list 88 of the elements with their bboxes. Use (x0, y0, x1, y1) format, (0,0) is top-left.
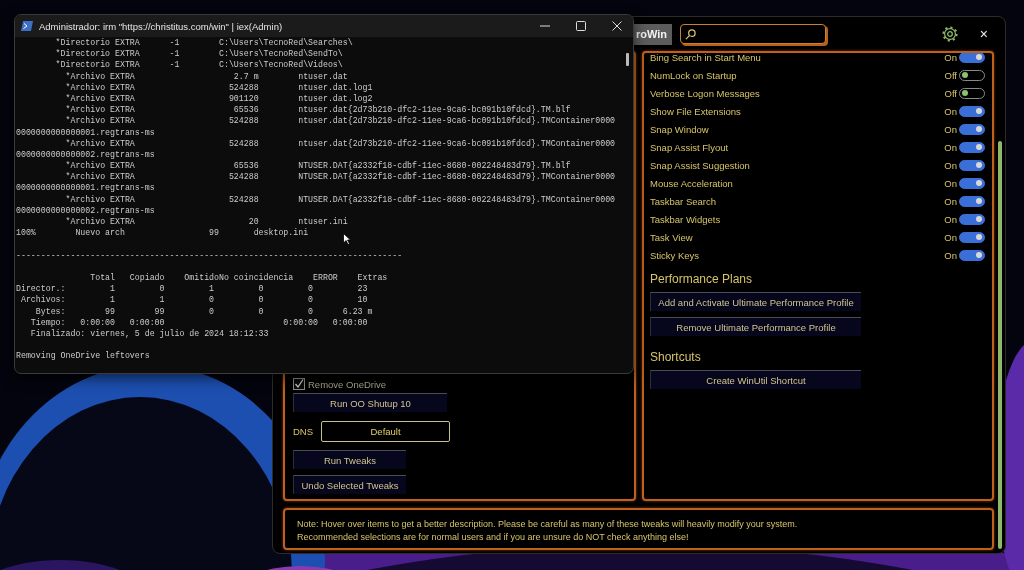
scrollbar-thumb[interactable] (626, 53, 629, 66)
toggle-switch[interactable] (959, 69, 985, 81)
close-icon[interactable] (612, 21, 622, 31)
toggle-switch[interactable] (959, 123, 985, 135)
maximize-icon[interactable] (576, 21, 586, 31)
toggle-state: On (944, 249, 957, 261)
dns-label: DNS (293, 426, 314, 437)
terminal-line: *Archivo EXTRA 65536 ntuser.dat{2d73b210-dfc2-11ee-9ca6-bc091b10fdcd}.TM.blf (64, 104, 571, 116)
tab[interactable]: roWin (634, 23, 672, 45)
terminal-line: 0000000000000002.regtrans-ms (16, 204, 155, 216)
toggle-state: On (944, 53, 957, 63)
terminal-line: *Archivo EXTRA 20 ntuser.ini (64, 216, 348, 228)
window-title: Administrador: irm "https://christitus.com/win" | iex(Admin) (39, 20, 283, 32)
terminal-line: *Directorio EXTRA -1 C:\Users\TecnoRed\Searches\ (54, 37, 353, 49)
terminal-line: *Archivo EXTRA 2.7 m ntuser.dat (64, 70, 348, 82)
terminal-icon (21, 21, 33, 31)
terminal-line: *Archivo EXTRA 524288 ntuser.dat.log1 (64, 81, 373, 93)
toggle-state: On (944, 231, 957, 243)
toggle-label: Snap Assist Suggestion (650, 159, 750, 171)
tweaks-button[interactable]: Run Tweaks (293, 450, 406, 469)
terminal-line: Director.: 1 0 1 0 0 23 (16, 283, 368, 295)
close-button[interactable]: × (977, 27, 990, 41)
toggle-switch[interactable] (959, 87, 985, 99)
toggle-label: Snap Window (650, 123, 709, 135)
toggle-label: Sticky Keys (650, 249, 700, 261)
action-button[interactable]: Remove Ultimate Performance Profile (650, 317, 861, 336)
dns-dropdown[interactable]: Default (321, 421, 451, 442)
toggle-switch[interactable] (959, 213, 985, 225)
note-text: Note: Hover over items to get a better description. Please be careful as many of these tweaks will heavily modify your system. (297, 518, 799, 531)
toggle-switch[interactable] (959, 177, 985, 189)
toggle-switch[interactable] (959, 53, 985, 63)
toggle-switch[interactable] (959, 105, 985, 117)
terminal-line: *Archivo EXTRA 524288 ntuser.dat{2d73b210-dfc2-11ee-9ca6-bc091b10fdcd}.TMContainer0000 (64, 115, 616, 127)
search-icon (685, 28, 696, 40)
toggle-switch[interactable] (959, 141, 985, 153)
toggle-state: On (944, 159, 957, 171)
terminal-line: *Archivo EXTRA 524288 NTUSER.DAT{a2332f18-cdbf-11ec-8680-002248483d79}.TMContainer0000 (64, 171, 616, 183)
terminal-line: Total Copiado OmitidoNo coincidencia ERROR Extras (89, 271, 388, 284)
toggle-state: Off (944, 69, 957, 81)
terminal-line: 0000000000000001.regtrans-ms (16, 126, 155, 138)
settings-icon[interactable] (941, 26, 958, 42)
action-button[interactable]: Create WinUtil Shortcut (650, 370, 861, 389)
toggle-label: Task View (650, 231, 693, 243)
terminal-line: *Archivo EXTRA 65536 NTUSER.DAT{a2332f18-cdbf-11ec-8680-002248483d79}.TM.blf (64, 160, 571, 172)
toggle-state: Off (944, 87, 957, 99)
terminal-line: 100% Nuevo arch 99 desktop.ini (16, 227, 309, 239)
terminal-line: *Archivo EXTRA 524288 NTUSER.DAT{a2332f18-cdbf-11ec-8680-002248483d79}.TMContainer0000 (64, 193, 616, 205)
toggle-label: Show File Extensions (650, 105, 741, 117)
terminal-line: *Directorio EXTRA -1 C:\Users\TecnoRed\Videos\ (54, 59, 343, 71)
section-heading: Performance Plans (650, 272, 753, 286)
terminal-line: Finalizado: viernes, 5 de julio de 2024 18:12:33 (29, 327, 269, 340)
terminal-line: *Archivo EXTRA 901120 ntuser.dat.log2 (64, 92, 373, 105)
run-button[interactable]: Run OO Shutup 10 (293, 393, 447, 412)
toggle-switch[interactable] (959, 249, 985, 261)
terminal-line: Archivos: 1 1 0 0 0 10 (19, 294, 368, 306)
terminal-line: 0000000000000002.regtrans-ms (16, 148, 155, 161)
toggle-switch[interactable] (959, 159, 985, 171)
toggle-state: On (944, 105, 957, 117)
toggle-label: Bing Search in Start Menu (650, 53, 761, 63)
toggle-label: Taskbar Search (650, 195, 716, 207)
toggle-label: NumLock on Startup (650, 69, 737, 81)
toggle-label: Taskbar Widgets (650, 213, 721, 225)
checkbox[interactable] (293, 378, 305, 390)
toggle-state: On (944, 123, 957, 135)
toggle-state: On (944, 195, 957, 207)
terminal-line: Bytes: 99 99 0 0 0 6.23 m (34, 305, 373, 317)
terminal-line: Tiempo: 0:00:00 0:00:00 0:00:00 0:00:00 (29, 316, 368, 328)
toggle-switch[interactable] (959, 195, 985, 207)
toggle-state: On (944, 141, 957, 153)
section-heading: Shortcuts (650, 350, 701, 364)
terminal-line: 0000000000000001.regtrans-ms (16, 182, 155, 194)
terminal-line: Removing OneDrive leftovers (16, 350, 150, 362)
toggle-state: On (944, 213, 957, 225)
search-field[interactable] (680, 24, 826, 44)
toggle-label: Verbose Logon Messages (650, 87, 760, 99)
note-text: Recommended selections are for normal users and if you are unsure do NOT check anything else! (297, 531, 690, 544)
pointer-icon (343, 233, 351, 245)
toggle-state: On (944, 177, 957, 189)
terminal-line: *Archivo EXTRA 524288 ntuser.dat{2d73b210-dfc2-11ee-9ca6-bc091b10fdcd}.TMContainer0000 (64, 137, 616, 149)
toggle-label: Snap Assist Flyout (650, 141, 729, 153)
terminal-line: ------------------------------------------------------------------------------ (16, 249, 403, 261)
terminal-line: *Directorio EXTRA -1 C:\Users\TecnoRed\SendTo\ (54, 48, 343, 60)
checkbox-label: Remove OneDrive (308, 378, 387, 390)
toggle-label: Mouse Acceleration (650, 177, 733, 189)
action-button[interactable]: Add and Activate Ultimate Performance Profile (650, 292, 861, 311)
toggle-switch[interactable] (959, 231, 985, 243)
scrollbar-thumb[interactable] (998, 141, 1002, 549)
tweaks-button[interactable]: Undo Selected Tweaks (293, 475, 406, 494)
